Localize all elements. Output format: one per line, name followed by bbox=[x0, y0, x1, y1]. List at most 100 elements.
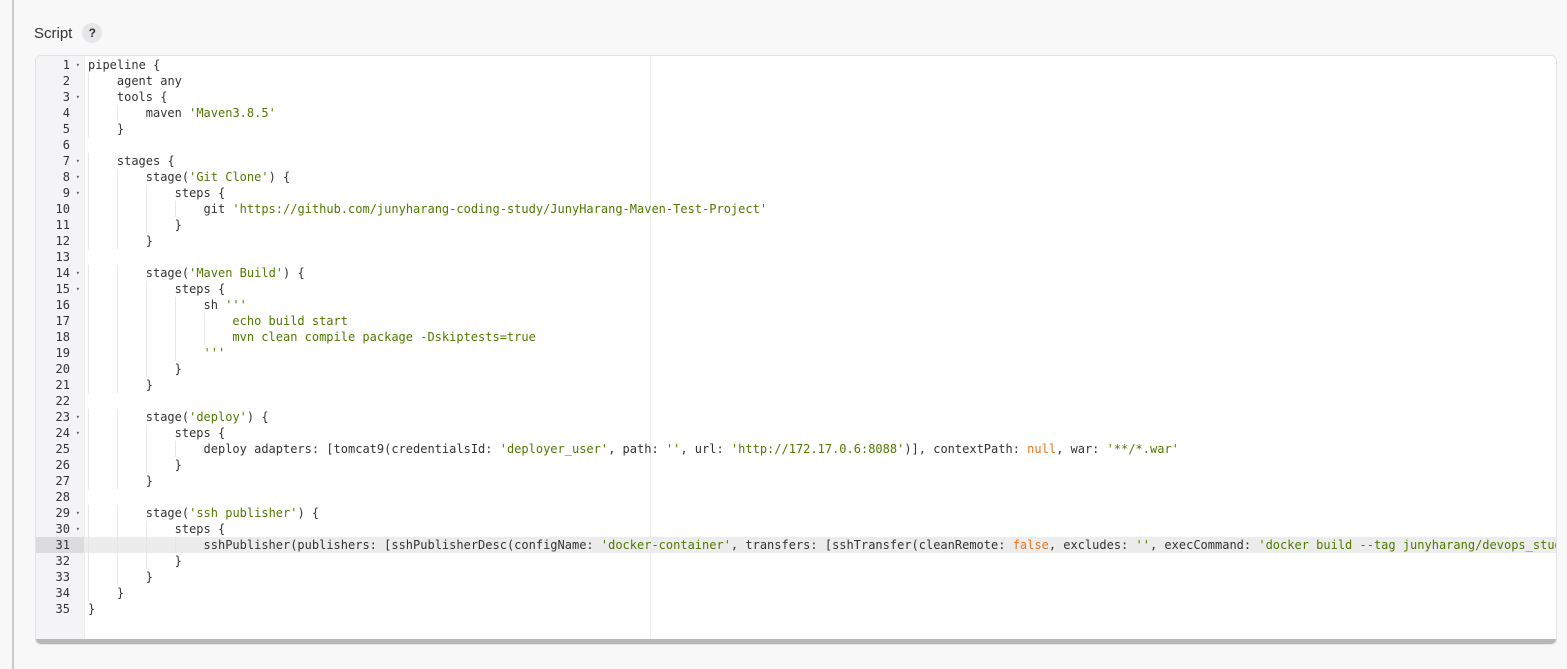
code-line[interactable]: 35} bbox=[36, 601, 1556, 617]
code-text[interactable]: } bbox=[84, 569, 1556, 585]
code-text[interactable]: } bbox=[84, 361, 1556, 377]
code-line[interactable]: 8 ▾ stage('Git Clone') { bbox=[36, 169, 1556, 185]
code-line[interactable]: 1 ▾ pipeline { bbox=[36, 57, 1556, 73]
text-token: , transfers: [sshTransfer(cleanRemote: bbox=[730, 538, 1013, 552]
text-token: stage( bbox=[145, 170, 190, 184]
code-text[interactable]: tools { bbox=[84, 89, 1556, 105]
fold-toggle-icon[interactable]: ▾ bbox=[76, 409, 80, 425]
code-text[interactable]: steps { bbox=[84, 281, 1556, 297]
code-text[interactable]: mvn clean compile package -Dskiptests=tr… bbox=[84, 329, 1556, 345]
code-line[interactable]: 5} bbox=[36, 121, 1556, 137]
code-text[interactable]: deploy adapters: [tomcat9(credentialsId:… bbox=[84, 441, 1556, 457]
code-line[interactable]: 24 ▾ steps { bbox=[36, 425, 1556, 441]
code-line[interactable]: 18 mvn clean compile package -Dskiptests=… bbox=[36, 329, 1556, 345]
fold-toggle-icon[interactable]: ▾ bbox=[76, 281, 80, 297]
code-text[interactable]: sh ''' bbox=[84, 297, 1556, 313]
code-text[interactable]: agent any bbox=[84, 73, 1556, 89]
code-text[interactable]: stage('Maven Build') { bbox=[84, 265, 1556, 281]
code-line[interactable]: 32} bbox=[36, 553, 1556, 569]
code-text[interactable]: steps { bbox=[84, 521, 1556, 537]
indent-guide bbox=[116, 537, 118, 553]
code-text[interactable]: ''' bbox=[84, 345, 1556, 361]
fold-toggle-icon[interactable]: ▾ bbox=[76, 521, 80, 537]
code-line[interactable]: 34} bbox=[36, 585, 1556, 601]
code-line[interactable]: 23 ▾ stage('deploy') { bbox=[36, 409, 1556, 425]
code-line[interactable]: 4 maven 'Maven3.8.5' bbox=[36, 105, 1556, 121]
fold-toggle-icon[interactable]: ▾ bbox=[76, 425, 80, 441]
code-line[interactable]: 33} bbox=[36, 569, 1556, 585]
code-line[interactable]: 31 sshPublisher(publishers: [sshPublisher… bbox=[36, 537, 1556, 553]
text-token: stage( bbox=[145, 506, 190, 520]
line-number: 5 bbox=[36, 121, 84, 137]
code-text[interactable]: stages { bbox=[84, 153, 1556, 169]
code-text[interactable]: stage('ssh publisher') { bbox=[84, 505, 1556, 521]
code-text[interactable]: stage('Git Clone') { bbox=[84, 169, 1556, 185]
code-line[interactable]: 13 bbox=[36, 249, 1556, 265]
code-text[interactable]: } bbox=[84, 121, 1556, 137]
script-editor[interactable]: 1 ▾ pipeline {2 agent any 3 ▾ tools {4 maven 'M… bbox=[35, 55, 1557, 645]
indent-guide bbox=[116, 329, 118, 345]
code-line[interactable]: 25 deploy adapters: [tomcat9(credentialsI… bbox=[36, 441, 1556, 457]
code-line[interactable]: 7 ▾ stages { bbox=[36, 153, 1556, 169]
code-text[interactable] bbox=[84, 137, 1556, 153]
code-text[interactable] bbox=[84, 249, 1556, 265]
code-line[interactable]: 3 ▾ tools { bbox=[36, 89, 1556, 105]
code-line[interactable]: 28 bbox=[36, 489, 1556, 505]
code-line[interactable]: 20} bbox=[36, 361, 1556, 377]
code-text[interactable]: } bbox=[84, 217, 1556, 233]
code-line[interactable]: 14 ▾ stage('Maven Build') { bbox=[36, 265, 1556, 281]
code-text[interactable]: } bbox=[84, 473, 1556, 489]
code-line[interactable]: 11} bbox=[36, 217, 1556, 233]
code-lines[interactable]: 1 ▾ pipeline {2 agent any 3 ▾ tools {4 maven 'M… bbox=[36, 56, 1556, 617]
line-number-text: 2 bbox=[62, 74, 70, 88]
code-text[interactable]: maven 'Maven3.8.5' bbox=[84, 105, 1556, 121]
code-line[interactable]: 27} bbox=[36, 473, 1556, 489]
code-text[interactable] bbox=[84, 489, 1556, 505]
text-token: tools { bbox=[116, 90, 168, 104]
code-line[interactable]: 17 echo build start bbox=[36, 313, 1556, 329]
code-text[interactable]: pipeline { bbox=[84, 57, 1556, 73]
horizontal-scrollbar[interactable] bbox=[36, 639, 1556, 644]
code-text[interactable]: } bbox=[84, 585, 1556, 601]
fold-toggle-icon[interactable]: ▾ bbox=[76, 265, 80, 281]
code-text[interactable]: } bbox=[84, 553, 1556, 569]
indent-guide bbox=[145, 521, 147, 537]
code-line[interactable]: 22 bbox=[36, 393, 1556, 409]
fold-toggle-icon[interactable]: ▾ bbox=[76, 57, 80, 73]
code-text[interactable]: echo build start bbox=[84, 313, 1556, 329]
code-text[interactable]: } bbox=[84, 457, 1556, 473]
code-text[interactable]: steps { bbox=[84, 425, 1556, 441]
fold-toggle-icon[interactable]: ▾ bbox=[76, 89, 80, 105]
code-line[interactable]: 21} bbox=[36, 377, 1556, 393]
script-header: Script ? bbox=[34, 22, 103, 44]
fold-toggle-icon[interactable]: ▾ bbox=[76, 153, 80, 169]
code-text[interactable]: git 'https://github.com/junyharang-codin… bbox=[84, 201, 1556, 217]
code-line[interactable]: 10 git 'https://github.com/junyharang-cod… bbox=[36, 201, 1556, 217]
indent-guide bbox=[145, 345, 147, 361]
code-line[interactable]: 16 sh ''' bbox=[36, 297, 1556, 313]
code-text[interactable]: stage('deploy') { bbox=[84, 409, 1556, 425]
line-number-text: 21 bbox=[55, 378, 70, 392]
code-text[interactable]: sshPublisher(publishers: [sshPublisherDe… bbox=[84, 537, 1556, 553]
code-text[interactable]: } bbox=[84, 601, 1556, 617]
code-line[interactable]: 9 ▾ steps { bbox=[36, 185, 1556, 201]
string-token: 'docker build --tag junyharang/devops_st… bbox=[1258, 538, 1556, 552]
code-line[interactable]: 19 ''' bbox=[36, 345, 1556, 361]
line-number-text: 31 bbox=[55, 538, 70, 552]
fold-toggle-icon[interactable]: ▾ bbox=[76, 185, 80, 201]
code-line[interactable]: 29 ▾ stage('ssh publisher') { bbox=[36, 505, 1556, 521]
code-line[interactable]: 2 agent any bbox=[36, 73, 1556, 89]
code-line[interactable]: 26} bbox=[36, 457, 1556, 473]
code-line[interactable]: 30 ▾ steps { bbox=[36, 521, 1556, 537]
help-button[interactable]: ? bbox=[82, 23, 103, 43]
code-line[interactable]: 12} bbox=[36, 233, 1556, 249]
code-text[interactable]: steps { bbox=[84, 185, 1556, 201]
fold-toggle-icon[interactable]: ▾ bbox=[76, 169, 80, 185]
code-text[interactable]: } bbox=[84, 233, 1556, 249]
code-line[interactable]: 6 bbox=[36, 137, 1556, 153]
code-text[interactable] bbox=[84, 393, 1556, 409]
code-line[interactable]: 15 ▾ steps { bbox=[36, 281, 1556, 297]
code-content: echo build start bbox=[232, 314, 348, 328]
fold-toggle-icon[interactable]: ▾ bbox=[76, 505, 80, 521]
code-text[interactable]: } bbox=[84, 377, 1556, 393]
